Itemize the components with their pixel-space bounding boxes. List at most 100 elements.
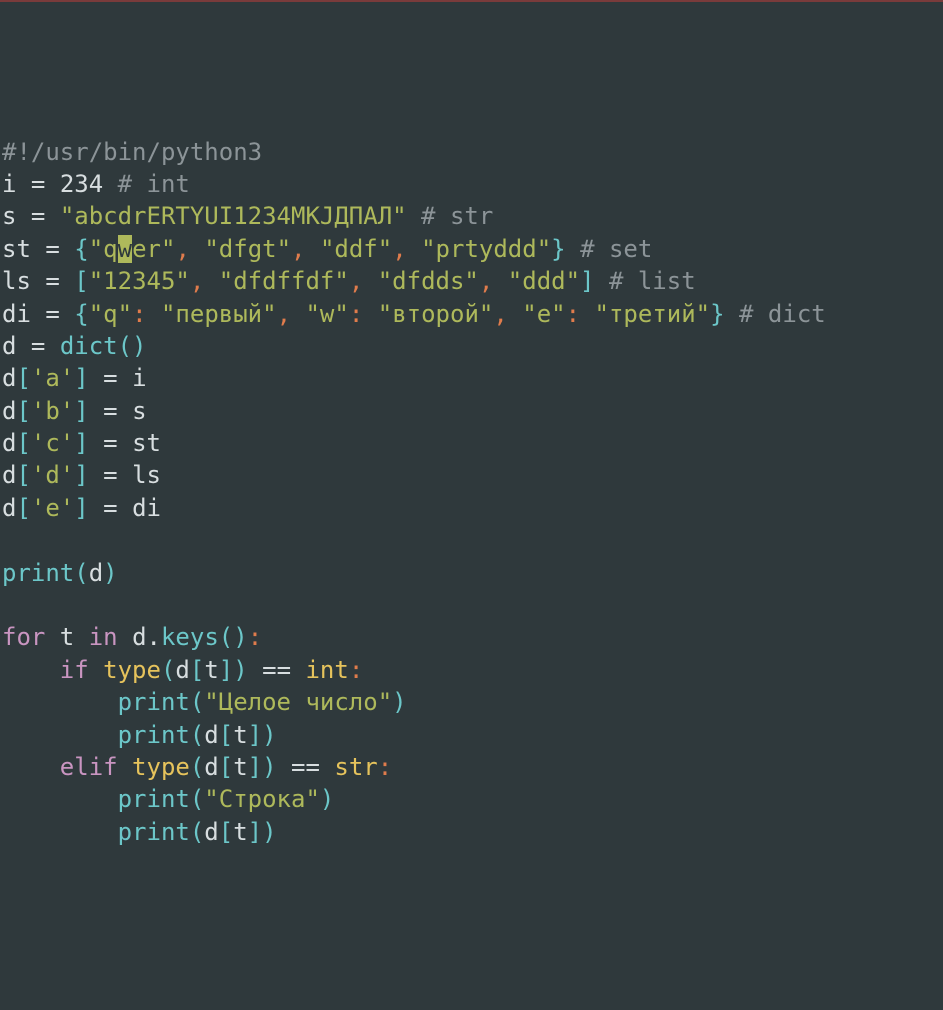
- code-line[interactable]: print(d[t]): [2, 816, 941, 848]
- code-token: dict: [60, 332, 118, 360]
- code-token: in: [89, 623, 118, 651]
- code-token: {: [74, 300, 88, 328]
- code-token: ): [392, 688, 406, 716]
- code-token: "ddf": [320, 235, 392, 263]
- code-token: {: [74, 235, 88, 263]
- code-line[interactable]: d['e'] = di: [2, 492, 941, 524]
- code-editor[interactable]: #!/usr/bin/python3i = 234 # ints = "abcd…: [2, 136, 941, 849]
- code-token: # int: [118, 170, 190, 198]
- code-line[interactable]: print(d): [2, 557, 941, 589]
- code-token: str: [334, 753, 377, 781]
- code-token: #!/usr/bin/python3: [2, 138, 262, 166]
- code-token: ,: [291, 235, 305, 263]
- code-token: ,: [349, 267, 363, 295]
- code-token: [363, 300, 377, 328]
- code-token: [89, 461, 103, 489]
- code-token: [89, 494, 103, 522]
- code-token: =: [103, 429, 117, 457]
- code-line[interactable]: print(d[t]): [2, 719, 941, 751]
- code-line[interactable]: for t in d.keys():: [2, 621, 941, 653]
- code-token: [60, 235, 74, 263]
- code-token: "abcdrERTYUI1234МКЈДПАЛ": [60, 202, 407, 230]
- code-token: =: [45, 235, 59, 263]
- code-token: [291, 300, 305, 328]
- code-token: ,: [392, 235, 406, 263]
- code-token: "ddd": [508, 267, 580, 295]
- code-line[interactable]: d['a'] = i: [2, 362, 941, 394]
- code-token: ,: [479, 267, 493, 295]
- code-token: 'b': [31, 397, 74, 425]
- code-token: [103, 170, 117, 198]
- code-token: [89, 397, 103, 425]
- code-token: 'e': [31, 494, 74, 522]
- code-token: [45, 202, 59, 230]
- code-token: ,: [277, 300, 291, 328]
- code-line[interactable]: elif type(d[t]) == str:: [2, 751, 941, 783]
- code-token: [: [16, 429, 30, 457]
- code-token: t: [45, 623, 88, 651]
- code-token: [: [16, 364, 30, 392]
- code-token: [147, 300, 161, 328]
- code-token: =: [103, 364, 117, 392]
- code-token: d: [2, 364, 16, 392]
- code-token: [508, 300, 522, 328]
- code-token: [89, 656, 103, 684]
- code-token: er": [132, 235, 175, 263]
- code-token: elif: [60, 753, 118, 781]
- code-token: 234: [60, 170, 103, 198]
- code-line[interactable]: #!/usr/bin/python3: [2, 136, 941, 168]
- code-line[interactable]: d['b'] = s: [2, 395, 941, 427]
- code-token: d: [2, 397, 16, 425]
- code-line[interactable]: st = {"qwer", "dfgt", "ddf", "prtyddd"} …: [2, 233, 941, 265]
- code-line[interactable]: s = "abcdrERTYUI1234МКЈДПАЛ" # str: [2, 200, 941, 232]
- code-token: st: [2, 235, 45, 263]
- code-token: (: [190, 753, 204, 781]
- code-token: }: [551, 235, 565, 263]
- code-token: t: [233, 753, 247, 781]
- code-token: d: [2, 332, 31, 360]
- code-token: print: [118, 688, 190, 716]
- code-token: keys: [161, 623, 219, 651]
- code-line[interactable]: print("Строка"): [2, 783, 941, 815]
- code-token: ): [320, 785, 334, 813]
- code-token: ==: [262, 656, 291, 684]
- code-token: (: [190, 785, 204, 813]
- code-token: [248, 656, 262, 684]
- code-token: [595, 267, 609, 295]
- code-token: :: [566, 300, 580, 328]
- code-token: "e": [522, 300, 565, 328]
- code-token: d: [204, 818, 218, 846]
- code-line[interactable]: d = dict(): [2, 330, 941, 362]
- code-token: =: [31, 332, 45, 360]
- code-line[interactable]: d['c'] = st: [2, 427, 941, 459]
- code-line[interactable]: [2, 589, 941, 621]
- code-token: ]): [219, 656, 248, 684]
- code-token: [89, 429, 103, 457]
- code-token: t: [204, 656, 218, 684]
- code-token: "12345": [89, 267, 190, 295]
- code-token: # dict: [739, 300, 826, 328]
- code-token: print: [118, 785, 190, 813]
- code-line[interactable]: [2, 524, 941, 556]
- code-token: (: [161, 656, 175, 684]
- code-token: s: [2, 202, 31, 230]
- code-token: d: [2, 429, 16, 457]
- code-token: ]: [74, 429, 88, 457]
- code-line[interactable]: d['d'] = ls: [2, 459, 941, 491]
- code-token: }: [710, 300, 724, 328]
- code-token: 'd': [31, 461, 74, 489]
- code-token: "третий": [595, 300, 711, 328]
- code-line[interactable]: ls = ["12345", "dfdffdf", "dfdds", "ddd"…: [2, 265, 941, 297]
- code-token: d: [2, 461, 16, 489]
- code-token: w: [118, 235, 132, 263]
- code-line[interactable]: di = {"q": "первый", "w": "второй", "e":…: [2, 298, 941, 330]
- code-line[interactable]: if type(d[t]) == int:: [2, 654, 941, 686]
- code-line[interactable]: print("Целое число"): [2, 686, 941, 718]
- code-token: int: [305, 656, 348, 684]
- code-token: [320, 753, 334, 781]
- code-token: print: [118, 818, 190, 846]
- code-token: ]: [74, 461, 88, 489]
- code-line[interactable]: i = 234 # int: [2, 168, 941, 200]
- code-token: [: [219, 721, 233, 749]
- code-token: (): [118, 332, 147, 360]
